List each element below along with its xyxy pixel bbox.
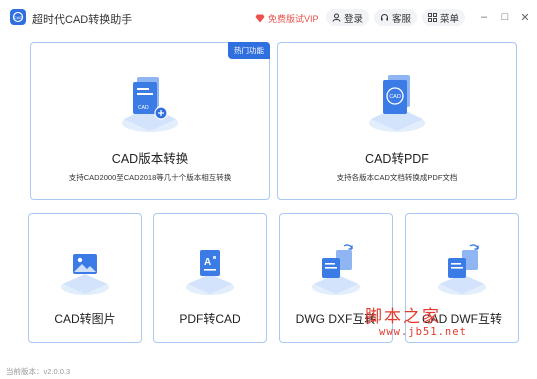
service-label: 客服	[392, 13, 412, 25]
svg-text:CAD: CAD	[138, 105, 149, 111]
vip-button[interactable]: 免费版试VIP	[255, 11, 319, 25]
card-title: CAD转PDF	[365, 152, 429, 166]
card-title: CAD转图片	[54, 312, 116, 326]
card-cad-to-pdf[interactable]: CAD CAD转PDF 支持各版本CAD文档转换成PDF文档	[277, 42, 517, 200]
card-cad-version[interactable]: 热门功能 CAD CAD版本转换 支持CAD2000至CAD2018等几十个版本…	[30, 42, 270, 200]
svg-text:CAD: CAD	[389, 94, 401, 100]
diamond-icon	[255, 14, 265, 22]
card-cad-dwf[interactable]: CAD DWF互转	[405, 213, 519, 343]
cad-version-icon: CAD	[115, 67, 185, 137]
card-title: CAD版本转换	[111, 152, 189, 166]
hot-badge: 热门功能	[228, 42, 270, 59]
card-title: DWG DXF互转	[295, 312, 377, 326]
menu-button[interactable]: 菜单	[422, 9, 466, 26]
card-desc: 支持各版本CAD文档转换成PDF文档	[336, 173, 458, 182]
card-cad-to-image[interactable]: CAD转图片	[28, 213, 142, 343]
grid-icon	[428, 13, 437, 22]
vip-label: 免费版试VIP	[268, 13, 319, 24]
pdf-file-icon: A	[180, 240, 240, 300]
card-dwg-dxf[interactable]: DWG DXF互转	[279, 213, 393, 343]
title-bar: CAD 超时代CAD转换助手 免费版试VIP 登录 客服 菜单 – □ ✕	[0, 0, 537, 34]
card-title: CAD DWF互转	[422, 312, 502, 326]
card-title: PDF转CAD	[179, 312, 241, 326]
close-button[interactable]: ✕	[518, 10, 532, 24]
login-label: 登录	[344, 13, 364, 25]
cad-pdf-icon: CAD	[362, 67, 432, 137]
svg-text:A: A	[204, 257, 211, 268]
menu-label: 菜单	[440, 13, 460, 25]
headset-icon	[381, 14, 388, 21]
image-icon	[55, 240, 115, 300]
app-logo-icon: CAD	[10, 9, 26, 25]
svg-text:CAD: CAD	[14, 15, 23, 20]
service-button[interactable]: 客服	[374, 9, 418, 26]
user-icon	[332, 13, 341, 22]
app-title: 超时代CAD转换助手	[32, 14, 133, 26]
login-button[interactable]: 登录	[326, 9, 370, 26]
card-desc: 支持CAD2000至CAD2018等几十个版本相互转换	[68, 173, 232, 182]
minimize-button[interactable]: –	[477, 10, 491, 24]
convert-files-icon	[432, 240, 492, 300]
card-pdf-to-cad[interactable]: A PDF转CAD	[153, 213, 267, 343]
maximize-button[interactable]: □	[498, 10, 512, 24]
convert-files-icon	[306, 240, 366, 300]
version-label: 当前版本：v2.0.0.3	[6, 367, 71, 376]
